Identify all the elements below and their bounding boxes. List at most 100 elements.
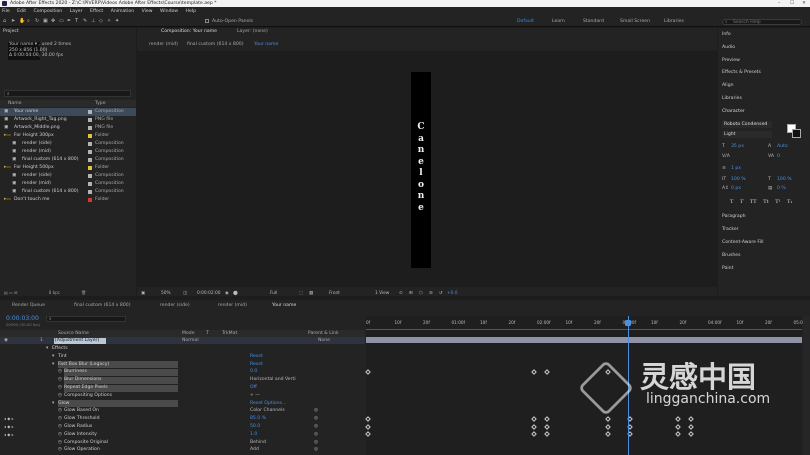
zoom-tool-icon[interactable]: ⌕ [27, 19, 32, 24]
property-row[interactable]: ◷ Composite Original Behind ◎ [0, 439, 365, 447]
stroke-width-value[interactable]: 1 px [731, 166, 741, 171]
character-title[interactable]: Character [722, 109, 745, 114]
stopwatch-icon[interactable]: ◷ [58, 407, 62, 415]
label-color-swatch[interactable] [88, 142, 92, 146]
col-parent[interactable]: Parent & Link [308, 330, 339, 337]
column-type-header[interactable]: Type [95, 100, 106, 107]
tracking-value[interactable]: 0 [777, 154, 780, 159]
project-item[interactable]: ▣ render (side) Composition [0, 140, 136, 148]
tab-composition[interactable]: Composition: Your name [161, 28, 217, 36]
label-color-swatch[interactable] [88, 174, 92, 178]
project-item[interactable]: ▣ Artwork_Right_Tag.png PNG file [0, 116, 136, 124]
layer-mode[interactable]: Normal [182, 337, 199, 344]
keyframe[interactable] [365, 415, 371, 422]
vertical-scale-value[interactable]: 100 % [731, 177, 746, 182]
project-item[interactable]: ▣ render (side) Composition [0, 172, 136, 180]
property-value[interactable]: Color Channels [250, 407, 285, 415]
keyframe[interactable] [365, 423, 371, 430]
bpc-label[interactable]: 8 bpc [49, 290, 60, 295]
selection-tool-icon[interactable]: ➤ [11, 19, 16, 24]
stopwatch-icon[interactable]: ◷ [58, 384, 62, 392]
menu-effect[interactable]: Effect [90, 9, 103, 14]
menu-window[interactable]: Window [160, 9, 178, 14]
reset-exposure-icon[interactable]: ↺ [439, 290, 443, 297]
project-item[interactable]: ▸▭ Don't touch me Folder [0, 196, 136, 204]
project-item[interactable]: ▣ render (mid) Composition [0, 148, 136, 156]
project-item[interactable]: ▸▭ For Height 500px Folder [0, 164, 136, 172]
property-row[interactable]: ◷ Blur Dimensions Horizontal and Verti [0, 376, 365, 384]
keyframe-navigator[interactable]: ◂ ◆ ▸ [4, 423, 14, 431]
zoom-dropdown[interactable]: 50% [161, 290, 171, 297]
auto-open-checkbox[interactable] [205, 19, 209, 23]
faux-italic-button[interactable]: T [740, 199, 743, 205]
project-search-input[interactable]: ⌕ [4, 90, 131, 97]
col-mode[interactable]: Mode [182, 330, 195, 337]
property-row[interactable]: ▾ Effects [0, 345, 365, 353]
panel-paint[interactable]: Paint [722, 266, 733, 271]
exposure-value[interactable]: +0.0 [447, 290, 457, 297]
col-t[interactable]: T [206, 330, 209, 337]
keyframe[interactable] [365, 431, 371, 438]
property-value[interactable]: Reset [250, 353, 263, 361]
expression-pickwhip-icon[interactable]: ◎ [314, 407, 318, 415]
project-item[interactable]: ▸▭ For Height 300px Folder [0, 132, 136, 140]
font-family-dropdown[interactable]: Roboto Condensed [722, 121, 772, 128]
comp-subtab-render-mid[interactable]: render (mid) [149, 41, 178, 49]
comp-subtab-your-name[interactable]: Your name [254, 41, 278, 49]
panel-info[interactable]: Info [722, 32, 731, 37]
stopwatch-icon[interactable]: ◷ [58, 446, 62, 454]
timeline-icon[interactable]: ☰ [429, 290, 433, 297]
panel-paragraph[interactable]: Paragraph [722, 214, 746, 219]
stopwatch-icon[interactable]: ◷ [58, 368, 62, 376]
keyframe[interactable] [674, 423, 681, 430]
fast-preview-icon[interactable]: ⊙ [399, 290, 403, 297]
close-button[interactable]: ✕ [802, 0, 806, 7]
stopwatch-icon[interactable]: ◷ [58, 376, 62, 384]
property-row[interactable]: ◷ Repeat Edge Pixels Off [0, 384, 365, 392]
keyframe-navigator[interactable]: ◂ ◆ ▸ [4, 431, 14, 439]
keyframe[interactable] [543, 423, 550, 430]
panel-preview[interactable]: Preview [722, 58, 740, 63]
label-color-swatch[interactable] [88, 190, 92, 194]
new-folder-icon[interactable]: ▭ [9, 290, 13, 295]
expression-pickwhip-icon[interactable]: ◎ [314, 431, 318, 439]
tab-render-queue[interactable]: Render Queue [12, 302, 45, 310]
layer-parent[interactable]: None [318, 337, 330, 344]
puppet-tool-icon[interactable]: ✦ [115, 19, 120, 24]
property-row[interactable]: ▾ Tint Reset [0, 353, 365, 361]
property-value[interactable]: Reset Options... [250, 400, 286, 408]
3d-icon[interactable]: ⬡ [419, 290, 423, 297]
views-dropdown[interactable]: 1 View [375, 290, 389, 297]
property-value[interactable]: 50.0 [250, 423, 260, 431]
keyframe[interactable] [543, 369, 550, 375]
property-row[interactable]: ▾ Glow Reset Options... [0, 400, 365, 408]
menu-composition[interactable]: Composition [34, 9, 63, 14]
project-item[interactable]: ▣ final custom (614 x 800) Composition [0, 188, 136, 196]
menu-view[interactable]: View [142, 9, 153, 14]
property-row[interactable]: ◷ Glow Threshold 85.0 % ◂ ◆ ▸ ◎ [0, 415, 365, 423]
twirl-icon[interactable]: ▾ [52, 353, 54, 361]
keyframe[interactable] [543, 431, 550, 438]
type-tool-icon[interactable]: T [75, 19, 80, 24]
snapshot-icon[interactable]: ◫ [183, 290, 187, 297]
panel-align[interactable]: Align [722, 83, 734, 88]
twirl-icon[interactable]: ▾ [46, 345, 48, 353]
property-row[interactable]: ◷ Glow Operation Add ◎ [0, 446, 365, 454]
label-color-swatch[interactable] [88, 158, 92, 162]
faux-bold-button[interactable]: T [730, 199, 733, 205]
stopwatch-icon[interactable]: ◷ [58, 415, 62, 423]
layer-name[interactable]: [Adjustment Layer] [54, 337, 106, 344]
rectangle-tool-icon[interactable]: ▭ [59, 19, 64, 24]
col-source-name[interactable]: Source Name [58, 330, 89, 337]
property-value[interactable]: 1.0 [250, 431, 257, 439]
eye-icon[interactable]: ◉ [4, 337, 8, 344]
property-value[interactable]: Behind [250, 439, 266, 447]
menu-help[interactable]: Help [186, 9, 196, 14]
maximize-button[interactable]: ☐ [790, 0, 794, 7]
tsume-value[interactable]: 0 % [777, 186, 786, 191]
current-time[interactable]: 0:00:02:00 [197, 290, 220, 297]
keyframe[interactable] [543, 415, 550, 422]
label-color-swatch[interactable] [88, 134, 92, 138]
menu-edit[interactable]: Edit [17, 9, 26, 14]
property-row[interactable]: ◷ Glow Radius 50.0 ◂ ◆ ▸ ◎ [0, 423, 365, 431]
